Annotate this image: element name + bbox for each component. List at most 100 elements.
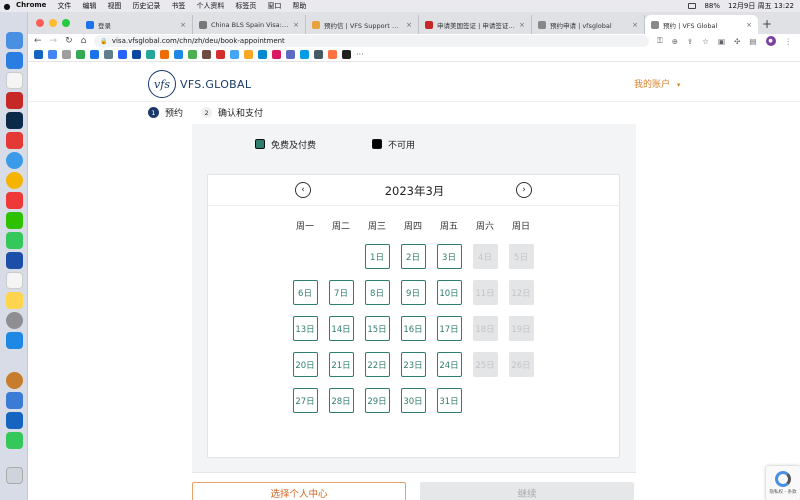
profile-avatar[interactable]: ● bbox=[765, 36, 776, 46]
notes-icon[interactable] bbox=[6, 292, 23, 309]
facetime-icon[interactable] bbox=[6, 432, 23, 449]
browser-tab[interactable]: 预约 | VFS Global × bbox=[645, 15, 758, 34]
menubar-clock[interactable]: 12月9日 周五 13:22 bbox=[728, 1, 794, 11]
calendar-day-available[interactable]: 21日 bbox=[328, 352, 354, 377]
calendar-day-available[interactable]: 15日 bbox=[364, 316, 390, 341]
bookmark-icon[interactable] bbox=[34, 50, 43, 59]
new-tab-button[interactable]: + bbox=[758, 17, 776, 34]
app-store-icon[interactable] bbox=[6, 52, 23, 69]
bookmark-icon[interactable] bbox=[132, 50, 141, 59]
calendar-day-available[interactable]: 16日 bbox=[400, 316, 426, 341]
account-menu[interactable]: 我的账户 ▾ bbox=[634, 77, 680, 90]
calendar-day-available[interactable]: 17日 bbox=[436, 316, 462, 341]
safari-icon[interactable] bbox=[6, 152, 23, 169]
calendar-day-available[interactable]: 1日 bbox=[364, 244, 390, 269]
bookmark-icon[interactable] bbox=[146, 50, 155, 59]
messages-icon[interactable] bbox=[6, 232, 23, 249]
calendar-day-available[interactable]: 9日 bbox=[400, 280, 426, 305]
bookmark-icon[interactable] bbox=[174, 50, 183, 59]
git-app-icon[interactable] bbox=[6, 132, 23, 149]
chrome-icon[interactable] bbox=[6, 172, 23, 189]
bookmark-icon[interactable] bbox=[48, 50, 57, 59]
calendar-day-available[interactable]: 24日 bbox=[436, 352, 462, 377]
bookmark-icon[interactable] bbox=[272, 50, 281, 59]
bookmark-icon[interactable] bbox=[62, 50, 71, 59]
close-tab-icon[interactable]: × bbox=[293, 21, 299, 29]
menubar-item[interactable]: 编辑 bbox=[82, 1, 96, 11]
menubar-item[interactable]: 窗口 bbox=[267, 1, 281, 11]
bookmark-icon[interactable] bbox=[258, 50, 267, 59]
calendar-day-available[interactable]: 29日 bbox=[364, 388, 390, 413]
close-tab-icon[interactable]: × bbox=[632, 21, 638, 29]
trash-icon[interactable] bbox=[6, 467, 23, 484]
bookmark-icon[interactable] bbox=[118, 50, 127, 59]
menubar-item[interactable]: 视图 bbox=[107, 1, 121, 11]
bookmark-star-icon[interactable]: ☆ bbox=[702, 37, 709, 46]
bookmark-icon[interactable] bbox=[342, 50, 351, 59]
calendar-day-available[interactable]: 20日 bbox=[292, 352, 318, 377]
browser-tab[interactable]: 预约信 | VFS Support Query Li × bbox=[306, 15, 419, 34]
zoom-window-icon[interactable] bbox=[62, 19, 70, 27]
menu-kebab-icon[interactable]: ⋮ bbox=[785, 37, 793, 46]
menubar-item[interactable]: 个人资料 bbox=[196, 1, 224, 11]
browser-tab[interactable]: 登录 × bbox=[80, 15, 193, 34]
calendar-day-available[interactable]: 30日 bbox=[400, 388, 426, 413]
bookmarks-more-icon[interactable]: ··· bbox=[356, 50, 364, 59]
share-icon[interactable]: ⇪ bbox=[687, 37, 693, 46]
menubar-item[interactable]: 文件 bbox=[57, 1, 71, 11]
calendar-day-available[interactable]: 8日 bbox=[364, 280, 390, 305]
bookmark-icon[interactable] bbox=[300, 50, 309, 59]
calendar-day-available[interactable]: 2日 bbox=[400, 244, 426, 269]
bookmark-icon[interactable] bbox=[244, 50, 253, 59]
bookmark-icon[interactable] bbox=[230, 50, 239, 59]
browser-tab[interactable]: 申请美国签证 | 申请签证 - 在中 × bbox=[419, 15, 532, 34]
windows-app-icon[interactable] bbox=[6, 412, 23, 429]
menubar-item[interactable]: Chrome bbox=[16, 1, 46, 11]
recaptcha-badge[interactable]: 隐私权 - 条款 bbox=[766, 466, 800, 500]
extension-icon[interactable]: ▣ bbox=[718, 37, 725, 46]
sidebar-icon[interactable]: ▤ bbox=[749, 37, 756, 46]
close-tab-icon[interactable]: × bbox=[519, 21, 525, 29]
menubar-item[interactable]: 标签页 bbox=[235, 1, 256, 11]
app-icon[interactable] bbox=[6, 332, 23, 349]
calendar-day-available[interactable]: 3日 bbox=[436, 244, 462, 269]
app-icon[interactable] bbox=[6, 252, 23, 269]
close-tab-icon[interactable]: × bbox=[746, 21, 752, 29]
bookmark-icon[interactable] bbox=[202, 50, 211, 59]
close-window-icon[interactable] bbox=[36, 19, 44, 27]
app-icon[interactable] bbox=[6, 392, 23, 409]
finder-icon[interactable] bbox=[6, 32, 23, 49]
bookmark-icon[interactable] bbox=[76, 50, 85, 59]
bookmark-icon[interactable] bbox=[328, 50, 337, 59]
calendar-day-available[interactable]: 7日 bbox=[328, 280, 354, 305]
reminders-icon[interactable] bbox=[6, 272, 23, 289]
calendar-app-icon[interactable] bbox=[6, 72, 23, 89]
acrobat-icon[interactable] bbox=[6, 92, 23, 109]
close-tab-icon[interactable]: × bbox=[406, 21, 412, 29]
reload-icon[interactable]: ↻ bbox=[65, 36, 73, 46]
vivaldi-icon[interactable] bbox=[6, 192, 23, 209]
calendar-day-available[interactable]: 27日 bbox=[292, 388, 318, 413]
extensions-puzzle-icon[interactable]: ✣ bbox=[734, 37, 740, 46]
select-center-button[interactable]: 选择个人中心 bbox=[192, 482, 406, 500]
app-icon[interactable] bbox=[6, 372, 23, 389]
vfs-logo[interactable]: vfs VFS.GLOBAL bbox=[148, 70, 251, 98]
next-month-button[interactable]: › bbox=[516, 182, 532, 198]
lock-icon[interactable]: 🔒 bbox=[100, 38, 107, 45]
zoom-icon[interactable]: ⊕ bbox=[672, 37, 678, 46]
calendar-day-available[interactable]: 31日 bbox=[436, 388, 462, 413]
menubar-item[interactable]: 书签 bbox=[171, 1, 185, 11]
bookmark-icon[interactable] bbox=[216, 50, 225, 59]
calendar-day-available[interactable]: 22日 bbox=[364, 352, 390, 377]
calendar-day-available[interactable]: 14日 bbox=[328, 316, 354, 341]
wechat-icon[interactable] bbox=[6, 212, 23, 229]
bookmark-icon[interactable] bbox=[104, 50, 113, 59]
menubar-item[interactable]: 历史记录 bbox=[132, 1, 160, 11]
settings-icon[interactable] bbox=[6, 312, 23, 329]
minimize-window-icon[interactable] bbox=[49, 19, 57, 27]
calendar-day-available[interactable]: 6日 bbox=[292, 280, 318, 305]
key-icon[interactable]: ⚿ bbox=[657, 36, 663, 46]
browser-tab[interactable]: 预约申请 | vfsglobal × bbox=[532, 15, 645, 34]
forward-icon[interactable]: → bbox=[50, 36, 58, 46]
bookmark-icon[interactable] bbox=[314, 50, 323, 59]
